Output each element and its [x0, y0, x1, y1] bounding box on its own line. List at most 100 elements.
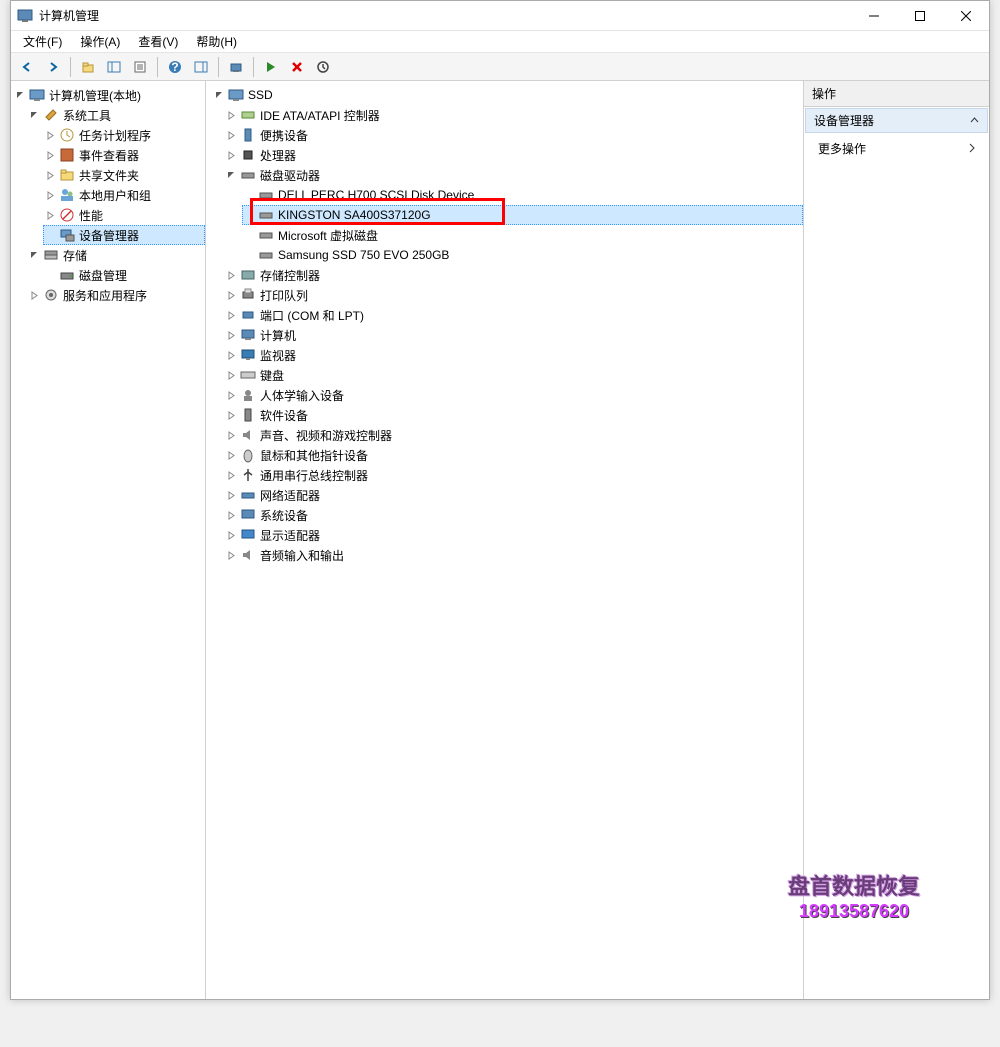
- collapse-icon[interactable]: [43, 168, 57, 182]
- update-driver-button[interactable]: [311, 55, 335, 79]
- tree-system-tools[interactable]: 系统工具: [27, 105, 205, 125]
- collapse-icon[interactable]: [43, 208, 57, 222]
- collapse-icon[interactable]: [224, 488, 238, 502]
- disk-samsung[interactable]: Samsung SSD 750 EVO 250GB: [242, 245, 803, 265]
- keyboard-icon: [240, 367, 256, 383]
- minimize-button[interactable]: [851, 1, 897, 31]
- actions-header: 操作: [804, 81, 989, 107]
- expand-icon[interactable]: [27, 108, 41, 122]
- hid-icon: [240, 387, 256, 403]
- cat-mouse[interactable]: 鼠标和其他指针设备: [224, 445, 803, 465]
- properties-button[interactable]: [128, 55, 152, 79]
- cat-storage-controllers[interactable]: 存储控制器: [224, 265, 803, 285]
- cat-disk-drives[interactable]: 磁盘驱动器: [224, 165, 803, 185]
- collapse-icon[interactable]: [224, 128, 238, 142]
- expand-icon[interactable]: [224, 168, 238, 182]
- actions-section-header[interactable]: 设备管理器: [805, 108, 988, 133]
- expand-icon[interactable]: [27, 248, 41, 262]
- cat-software-devices[interactable]: 软件设备: [224, 405, 803, 425]
- cat-usb[interactable]: 通用串行总线控制器: [224, 465, 803, 485]
- tree-label: 端口 (COM 和 LPT): [260, 307, 364, 324]
- device-root[interactable]: SSD: [206, 85, 803, 105]
- collapse-icon[interactable]: [27, 288, 41, 302]
- collapse-icon[interactable]: [224, 268, 238, 282]
- cat-print-queues[interactable]: 打印队列: [224, 285, 803, 305]
- collapse-icon[interactable]: [224, 328, 238, 342]
- device-manager-icon: [59, 227, 75, 243]
- main-body: 计算机管理(本地) 系统工具 任务计划程序 事件查看器: [11, 81, 989, 999]
- collapse-icon[interactable]: [43, 148, 57, 162]
- collapse-icon[interactable]: [224, 528, 238, 542]
- collapse-icon[interactable]: [224, 428, 238, 442]
- cat-keyboard[interactable]: 键盘: [224, 365, 803, 385]
- up-button[interactable]: [76, 55, 100, 79]
- back-button[interactable]: [15, 55, 39, 79]
- tree-local-users[interactable]: 本地用户和组: [43, 185, 205, 205]
- forward-button[interactable]: [41, 55, 65, 79]
- tree-task-scheduler[interactable]: 任务计划程序: [43, 125, 205, 145]
- cat-system-devices[interactable]: 系统设备: [224, 505, 803, 525]
- maximize-button[interactable]: [897, 1, 943, 31]
- enable-button[interactable]: [259, 55, 283, 79]
- collapse-icon[interactable]: [224, 288, 238, 302]
- toolbar-separator: [70, 57, 71, 77]
- collapse-icon[interactable]: [224, 148, 238, 162]
- disk-kingston[interactable]: KINGSTON SA400S37120G: [242, 205, 803, 225]
- tree-label: Microsoft 虚拟磁盘: [278, 227, 378, 244]
- collapse-icon[interactable]: [43, 128, 57, 142]
- collapse-icon[interactable]: [43, 188, 57, 202]
- cat-computer[interactable]: 计算机: [224, 325, 803, 345]
- tree-shared-folders[interactable]: 共享文件夹: [43, 165, 205, 185]
- collapse-icon[interactable]: [224, 448, 238, 462]
- cat-ports[interactable]: 端口 (COM 和 LPT): [224, 305, 803, 325]
- clock-icon: [59, 127, 75, 143]
- tree-label: 服务和应用程序: [63, 287, 147, 304]
- action-pane-button[interactable]: [189, 55, 213, 79]
- collapse-icon[interactable]: [224, 468, 238, 482]
- cat-cpu[interactable]: 处理器: [224, 145, 803, 165]
- left-tree-pane[interactable]: 计算机管理(本地) 系统工具 任务计划程序 事件查看器: [11, 81, 206, 999]
- tree-root-computer-management[interactable]: 计算机管理(本地): [11, 85, 205, 105]
- tree-label: 事件查看器: [79, 147, 139, 164]
- cat-portable[interactable]: 便携设备: [224, 125, 803, 145]
- collapse-icon[interactable]: [224, 508, 238, 522]
- collapse-icon[interactable]: [224, 388, 238, 402]
- help-button[interactable]: ?: [163, 55, 187, 79]
- tree-storage[interactable]: 存储: [27, 245, 205, 265]
- collapse-icon[interactable]: [224, 548, 238, 562]
- tree-device-manager[interactable]: 设备管理器: [43, 225, 205, 245]
- collapse-icon[interactable]: [224, 108, 238, 122]
- collapse-icon[interactable]: [224, 368, 238, 382]
- cat-monitor[interactable]: 监视器: [224, 345, 803, 365]
- menu-help[interactable]: 帮助(H): [188, 31, 245, 52]
- cat-network[interactable]: 网络适配器: [224, 485, 803, 505]
- toolbar-separator: [253, 57, 254, 77]
- tree-label: 鼠标和其他指针设备: [260, 447, 368, 464]
- action-more[interactable]: 更多操作: [804, 134, 989, 163]
- cat-audio-io[interactable]: 音频输入和输出: [224, 545, 803, 565]
- collapse-icon[interactable]: [224, 408, 238, 422]
- cat-hid[interactable]: 人体学输入设备: [224, 385, 803, 405]
- tree-disk-management[interactable]: 磁盘管理: [43, 265, 205, 285]
- show-hide-tree-button[interactable]: [102, 55, 126, 79]
- collapse-icon[interactable]: [224, 348, 238, 362]
- uninstall-button[interactable]: [285, 55, 309, 79]
- cat-audio-video-game[interactable]: 声音、视频和游戏控制器: [224, 425, 803, 445]
- expand-icon[interactable]: [212, 88, 226, 102]
- menu-view[interactable]: 查看(V): [130, 31, 186, 52]
- tools-icon: [43, 107, 59, 123]
- tree-performance[interactable]: 性能: [43, 205, 205, 225]
- menu-file[interactable]: 文件(F): [15, 31, 70, 52]
- close-button[interactable]: [943, 1, 989, 31]
- disk-microsoft[interactable]: Microsoft 虚拟磁盘: [242, 225, 803, 245]
- tree-services-apps[interactable]: 服务和应用程序: [27, 285, 205, 305]
- menu-action[interactable]: 操作(A): [72, 31, 128, 52]
- expand-icon[interactable]: [13, 88, 27, 102]
- tree-event-viewer[interactable]: 事件查看器: [43, 145, 205, 165]
- disk-dell[interactable]: DELL PERC H700 SCSI Disk Device: [242, 185, 803, 205]
- cat-ide-ata[interactable]: IDE ATA/ATAPI 控制器: [224, 105, 803, 125]
- collapse-icon[interactable]: [224, 308, 238, 322]
- device-tree-pane[interactable]: SSD IDE ATA/ATAPI 控制器 便携设备 处理器 磁盘驱动器 DEL…: [206, 81, 804, 999]
- cat-display[interactable]: 显示适配器: [224, 525, 803, 545]
- scan-hardware-button[interactable]: [224, 55, 248, 79]
